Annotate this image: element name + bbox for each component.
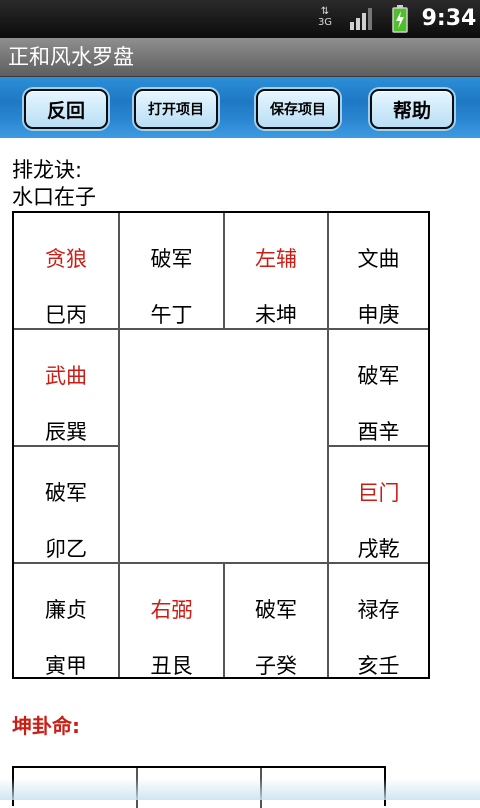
star-name: 破军 bbox=[45, 481, 87, 505]
direction-name: 未坤 bbox=[255, 303, 297, 327]
direction-name: 酉辛 bbox=[357, 420, 400, 444]
direction-grid: 贪狼 巳丙 破军 午丁 左辅 未坤 文曲 申庚 武曲 辰巽 破军 酉辛 破军 卯… bbox=[12, 211, 430, 679]
direction-name: 卯乙 bbox=[45, 537, 87, 561]
heading-label: 排龙诀: bbox=[12, 158, 83, 182]
kun-trigram-label: 坤卦命: bbox=[12, 714, 80, 738]
direction-name: 丑艮 bbox=[150, 654, 193, 678]
grid-cell: 右弼 丑艮 bbox=[120, 564, 225, 678]
direction-name: 巳丙 bbox=[45, 303, 87, 327]
star-name: 破军 bbox=[357, 364, 400, 388]
grid-cell: 破军 午丁 bbox=[120, 213, 225, 330]
star-name: 破军 bbox=[255, 598, 297, 622]
title-bar: 正和风水罗盘 bbox=[0, 38, 480, 77]
network-type: 3G bbox=[317, 17, 333, 28]
grid-cell: 贪狼 巳丙 bbox=[14, 213, 120, 330]
star-name: 文曲 bbox=[357, 247, 400, 271]
star-name: 禄存 bbox=[357, 598, 400, 622]
grid-cell: 廉贞 寅甲 bbox=[14, 564, 120, 678]
direction-name: 子癸 bbox=[255, 654, 297, 678]
open-project-button[interactable]: 打开项目 bbox=[134, 89, 218, 129]
star-name: 破军 bbox=[150, 247, 193, 271]
direction-name: 午丁 bbox=[150, 303, 193, 327]
grid-cell: 文曲 申庚 bbox=[329, 213, 428, 330]
status-bar: ⇅ 3G 9:34 bbox=[0, 0, 480, 38]
direction-name: 寅甲 bbox=[45, 654, 87, 678]
grid-cell: 破军 子癸 bbox=[225, 564, 329, 678]
direction-name: 亥壬 bbox=[357, 654, 400, 678]
star-name: 贪狼 bbox=[45, 247, 87, 271]
grid-cell: 武曲 辰巽 bbox=[14, 330, 120, 447]
star-name: 廉贞 bbox=[45, 598, 87, 622]
app-title: 正和风水罗盘 bbox=[8, 45, 134, 69]
signal-strength-icon bbox=[350, 8, 372, 30]
battery-charging-icon bbox=[392, 5, 408, 33]
scroll-fade bbox=[0, 778, 480, 800]
direction-name: 辰巽 bbox=[45, 420, 87, 444]
status-time: 9:34 bbox=[421, 6, 477, 31]
star-name: 武曲 bbox=[45, 364, 87, 388]
grid-cell: 巨门 戌乾 bbox=[329, 447, 428, 564]
help-button[interactable]: 帮助 bbox=[370, 89, 454, 129]
grid-cell: 左辅 未坤 bbox=[225, 213, 329, 330]
data-arrows-icon: ⇅ bbox=[320, 6, 330, 17]
direction-name: 戌乾 bbox=[357, 537, 400, 561]
network-indicator: ⇅ 3G bbox=[316, 6, 334, 32]
grid-center bbox=[120, 330, 329, 564]
water-mouth-label: 水口在子 bbox=[12, 185, 96, 209]
grid-cell: 破军 酉辛 bbox=[329, 330, 428, 447]
save-project-button[interactable]: 保存项目 bbox=[256, 89, 340, 129]
direction-name: 申庚 bbox=[357, 303, 400, 327]
star-name: 巨门 bbox=[357, 481, 400, 505]
back-button[interactable]: 反回 bbox=[24, 89, 108, 129]
grid-cell: 破军 卯乙 bbox=[14, 447, 120, 564]
star-name: 左辅 bbox=[255, 247, 297, 271]
grid-cell: 禄存 亥壬 bbox=[329, 564, 428, 678]
star-name: 右弼 bbox=[150, 598, 193, 622]
toolbar: 反回 打开项目 保存项目 帮助 bbox=[0, 77, 480, 138]
